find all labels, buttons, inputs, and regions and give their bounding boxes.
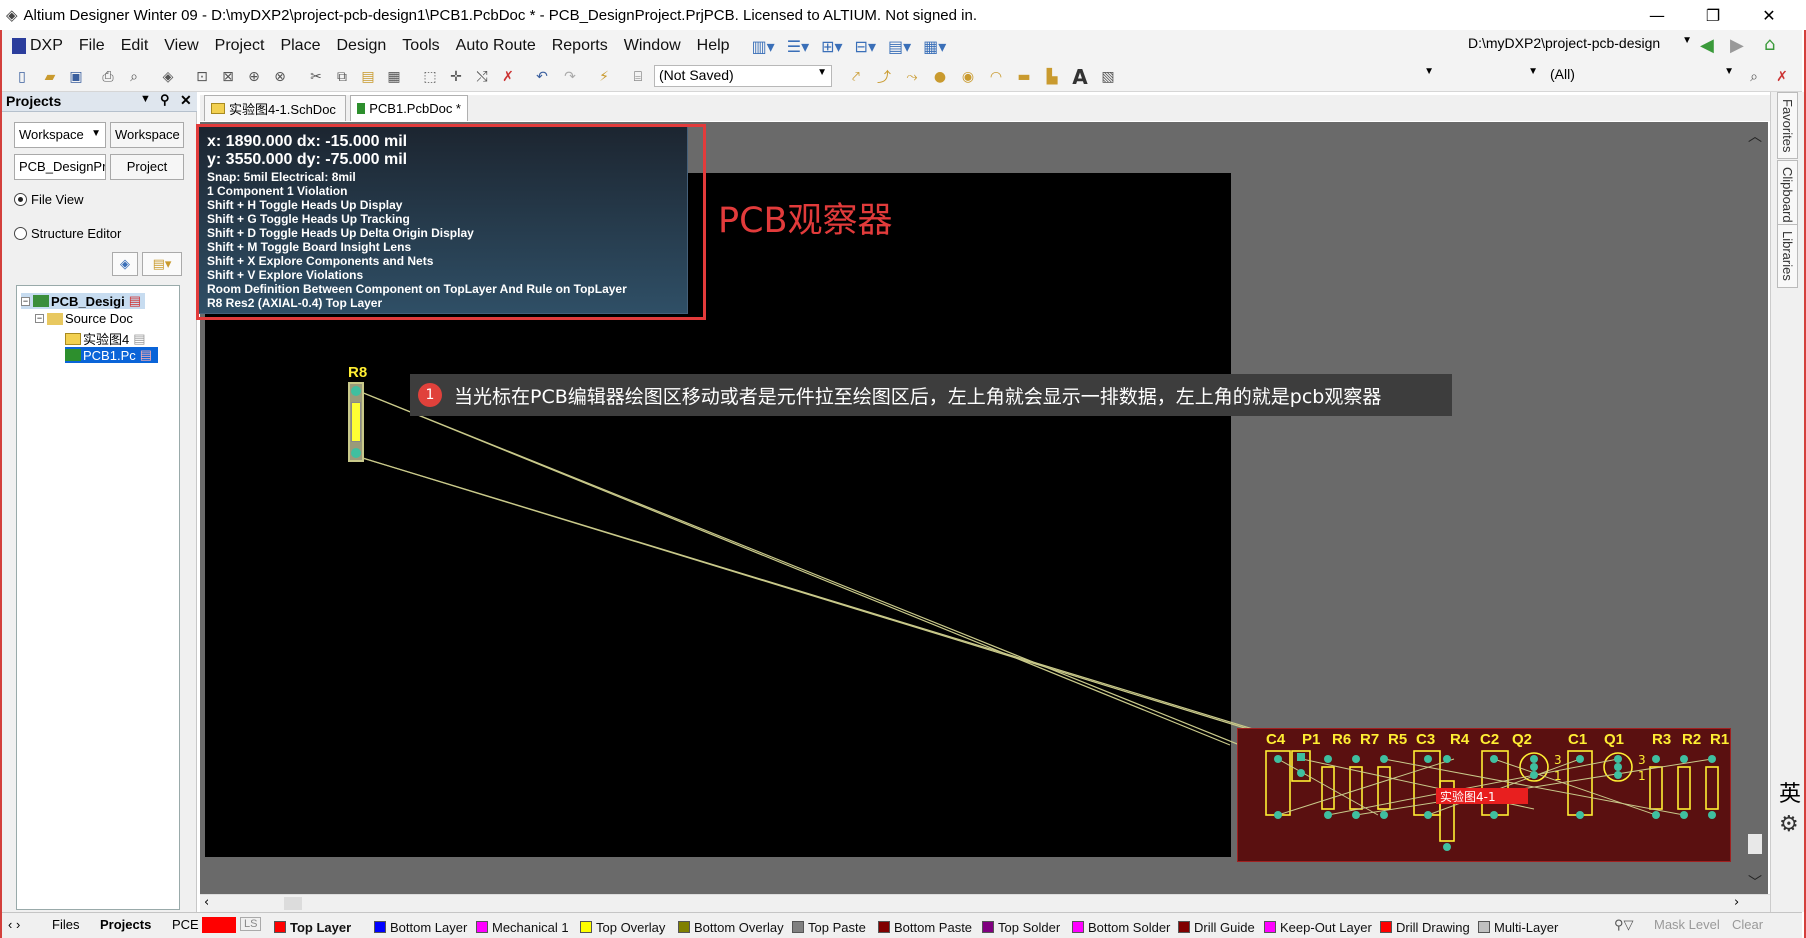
layer-tab-top-paste[interactable]: Top Paste (792, 917, 866, 937)
layer-tab-bar: ‹ › Files Projects PCE LS Top Layer Bott… (2, 912, 1802, 938)
layer-tab-top-solder[interactable]: Top Solder (982, 917, 1060, 937)
right-panel-rail: Favorites Clipboard Libraries 英 ⚙ (1770, 92, 1804, 912)
layer-tab-mechanical[interactable]: Mechanical 1 (476, 917, 569, 937)
callout-text: 当光标在PCB编辑器绘图区移动或者是元件拉至绘图区后，左上角就会显示一排数据，左… (454, 385, 1382, 408)
mask-level-button[interactable]: Mask Level (1654, 917, 1720, 932)
layer-tab-bottom-overlay[interactable]: Bottom Overlay (678, 917, 784, 937)
layer-color-swatch (1264, 921, 1276, 933)
pcb-panel-tab[interactable]: PCE (172, 917, 199, 932)
component-r8[interactable] (348, 382, 364, 462)
favorites-tab[interactable]: Favorites (1777, 92, 1798, 160)
layer-color-swatch (678, 921, 690, 933)
layer-tab-drill-drawing[interactable]: Drill Drawing (1380, 917, 1470, 937)
r8-pad-2 (351, 448, 361, 458)
layer-name: Mechanical 1 (492, 919, 569, 935)
scroll-left-icon[interactable]: ‹ (204, 895, 209, 910)
tutorial-callout: 1 当光标在PCB编辑器绘图区移动或者是元件拉至绘图区后，左上角就会显示一排数据… (410, 374, 1452, 416)
pin-label: 1 (1554, 769, 1562, 783)
pin-label: 3 (1638, 753, 1646, 767)
layer-set-button[interactable]: LS (240, 917, 262, 931)
scroll-right-icon[interactable]: › (1734, 895, 1739, 910)
layer-color-swatch (580, 921, 592, 933)
layer-name: Top Paste (808, 919, 866, 935)
settings-gear-icon[interactable]: ⚙ (1779, 812, 1799, 837)
room-label: 实验图4-1 (1436, 788, 1528, 804)
scroll-down-icon[interactable]: ﹀ (1748, 872, 1762, 892)
layer-color-swatch (1380, 921, 1392, 933)
clear-button[interactable]: Clear (1732, 917, 1763, 932)
callout-number-badge: 1 (418, 383, 442, 407)
projects-panel-tab[interactable]: Projects (100, 917, 151, 932)
layer-tab-top[interactable]: Top Layer (274, 917, 351, 937)
layer-name: Top Overlay (596, 919, 666, 935)
layer-tab-drill-guide[interactable]: Drill Guide (1178, 917, 1255, 937)
layer-name: Bottom Solder (1088, 919, 1171, 935)
layer-color-swatch (274, 921, 286, 933)
layer-name: Bottom Overlay (694, 919, 784, 935)
component-r8-label: R8 (348, 364, 368, 381)
scroll-up-icon[interactable]: ︿ (1748, 126, 1762, 146)
pin-label: 1 (1638, 769, 1646, 783)
layer-color-swatch (476, 921, 488, 933)
vertical-scroll-thumb[interactable] (1748, 834, 1762, 854)
pin-label: 3 (1554, 753, 1562, 767)
r8-pad-1 (351, 386, 361, 396)
nav-left-icon[interactable]: ‹ › (8, 917, 20, 932)
layer-color-swatch (1072, 921, 1084, 933)
layer-color-swatch (878, 921, 890, 933)
layer-color-swatch (792, 921, 804, 933)
hud-annotation-label: PCB观察器 (718, 201, 893, 241)
layer-name: Bottom Paste (894, 919, 973, 935)
layer-color-swatch (1178, 921, 1190, 933)
current-layer-swatch (202, 917, 236, 933)
clipboard-tab[interactable]: Clipboard (1777, 160, 1798, 230)
layer-name: Drill Drawing (1396, 919, 1470, 935)
layer-tab-keep-out[interactable]: Keep-Out Layer (1264, 917, 1372, 937)
layer-name: Keep-Out Layer (1280, 919, 1372, 935)
horizontal-scroll-thumb[interactable] (284, 897, 302, 910)
hud-highlight-box (196, 124, 706, 320)
layer-color-swatch (982, 921, 994, 933)
libraries-tab[interactable]: Libraries (1777, 224, 1798, 288)
layer-color-swatch (374, 921, 386, 933)
layer-name: Multi-Layer (1494, 919, 1559, 935)
layer-name: Top Solder (998, 919, 1061, 935)
r8-body (351, 402, 361, 442)
layer-tab-top-overlay[interactable]: Top Overlay (580, 917, 665, 937)
layer-tab-bottom-paste[interactable]: Bottom Paste (878, 917, 972, 937)
layer-name: Drill Guide (1194, 919, 1255, 935)
ime-language-indicator[interactable]: 英 (1779, 776, 1801, 808)
layer-name: Top Layer (290, 919, 352, 935)
layer-tab-bottom-solder[interactable]: Bottom Solder (1072, 917, 1170, 937)
layer-color-swatch (1478, 921, 1490, 933)
layer-tab-multi-layer[interactable]: Multi-Layer (1478, 917, 1558, 937)
layer-name: Bottom Layer (390, 919, 468, 935)
files-panel-tab[interactable]: Files (52, 917, 79, 932)
horizontal-scrollbar[interactable]: ‹ › (200, 894, 1770, 912)
snap-filter-icon[interactable]: ⚲▽ (1614, 917, 1634, 933)
layer-tab-bottom[interactable]: Bottom Layer (374, 917, 467, 937)
